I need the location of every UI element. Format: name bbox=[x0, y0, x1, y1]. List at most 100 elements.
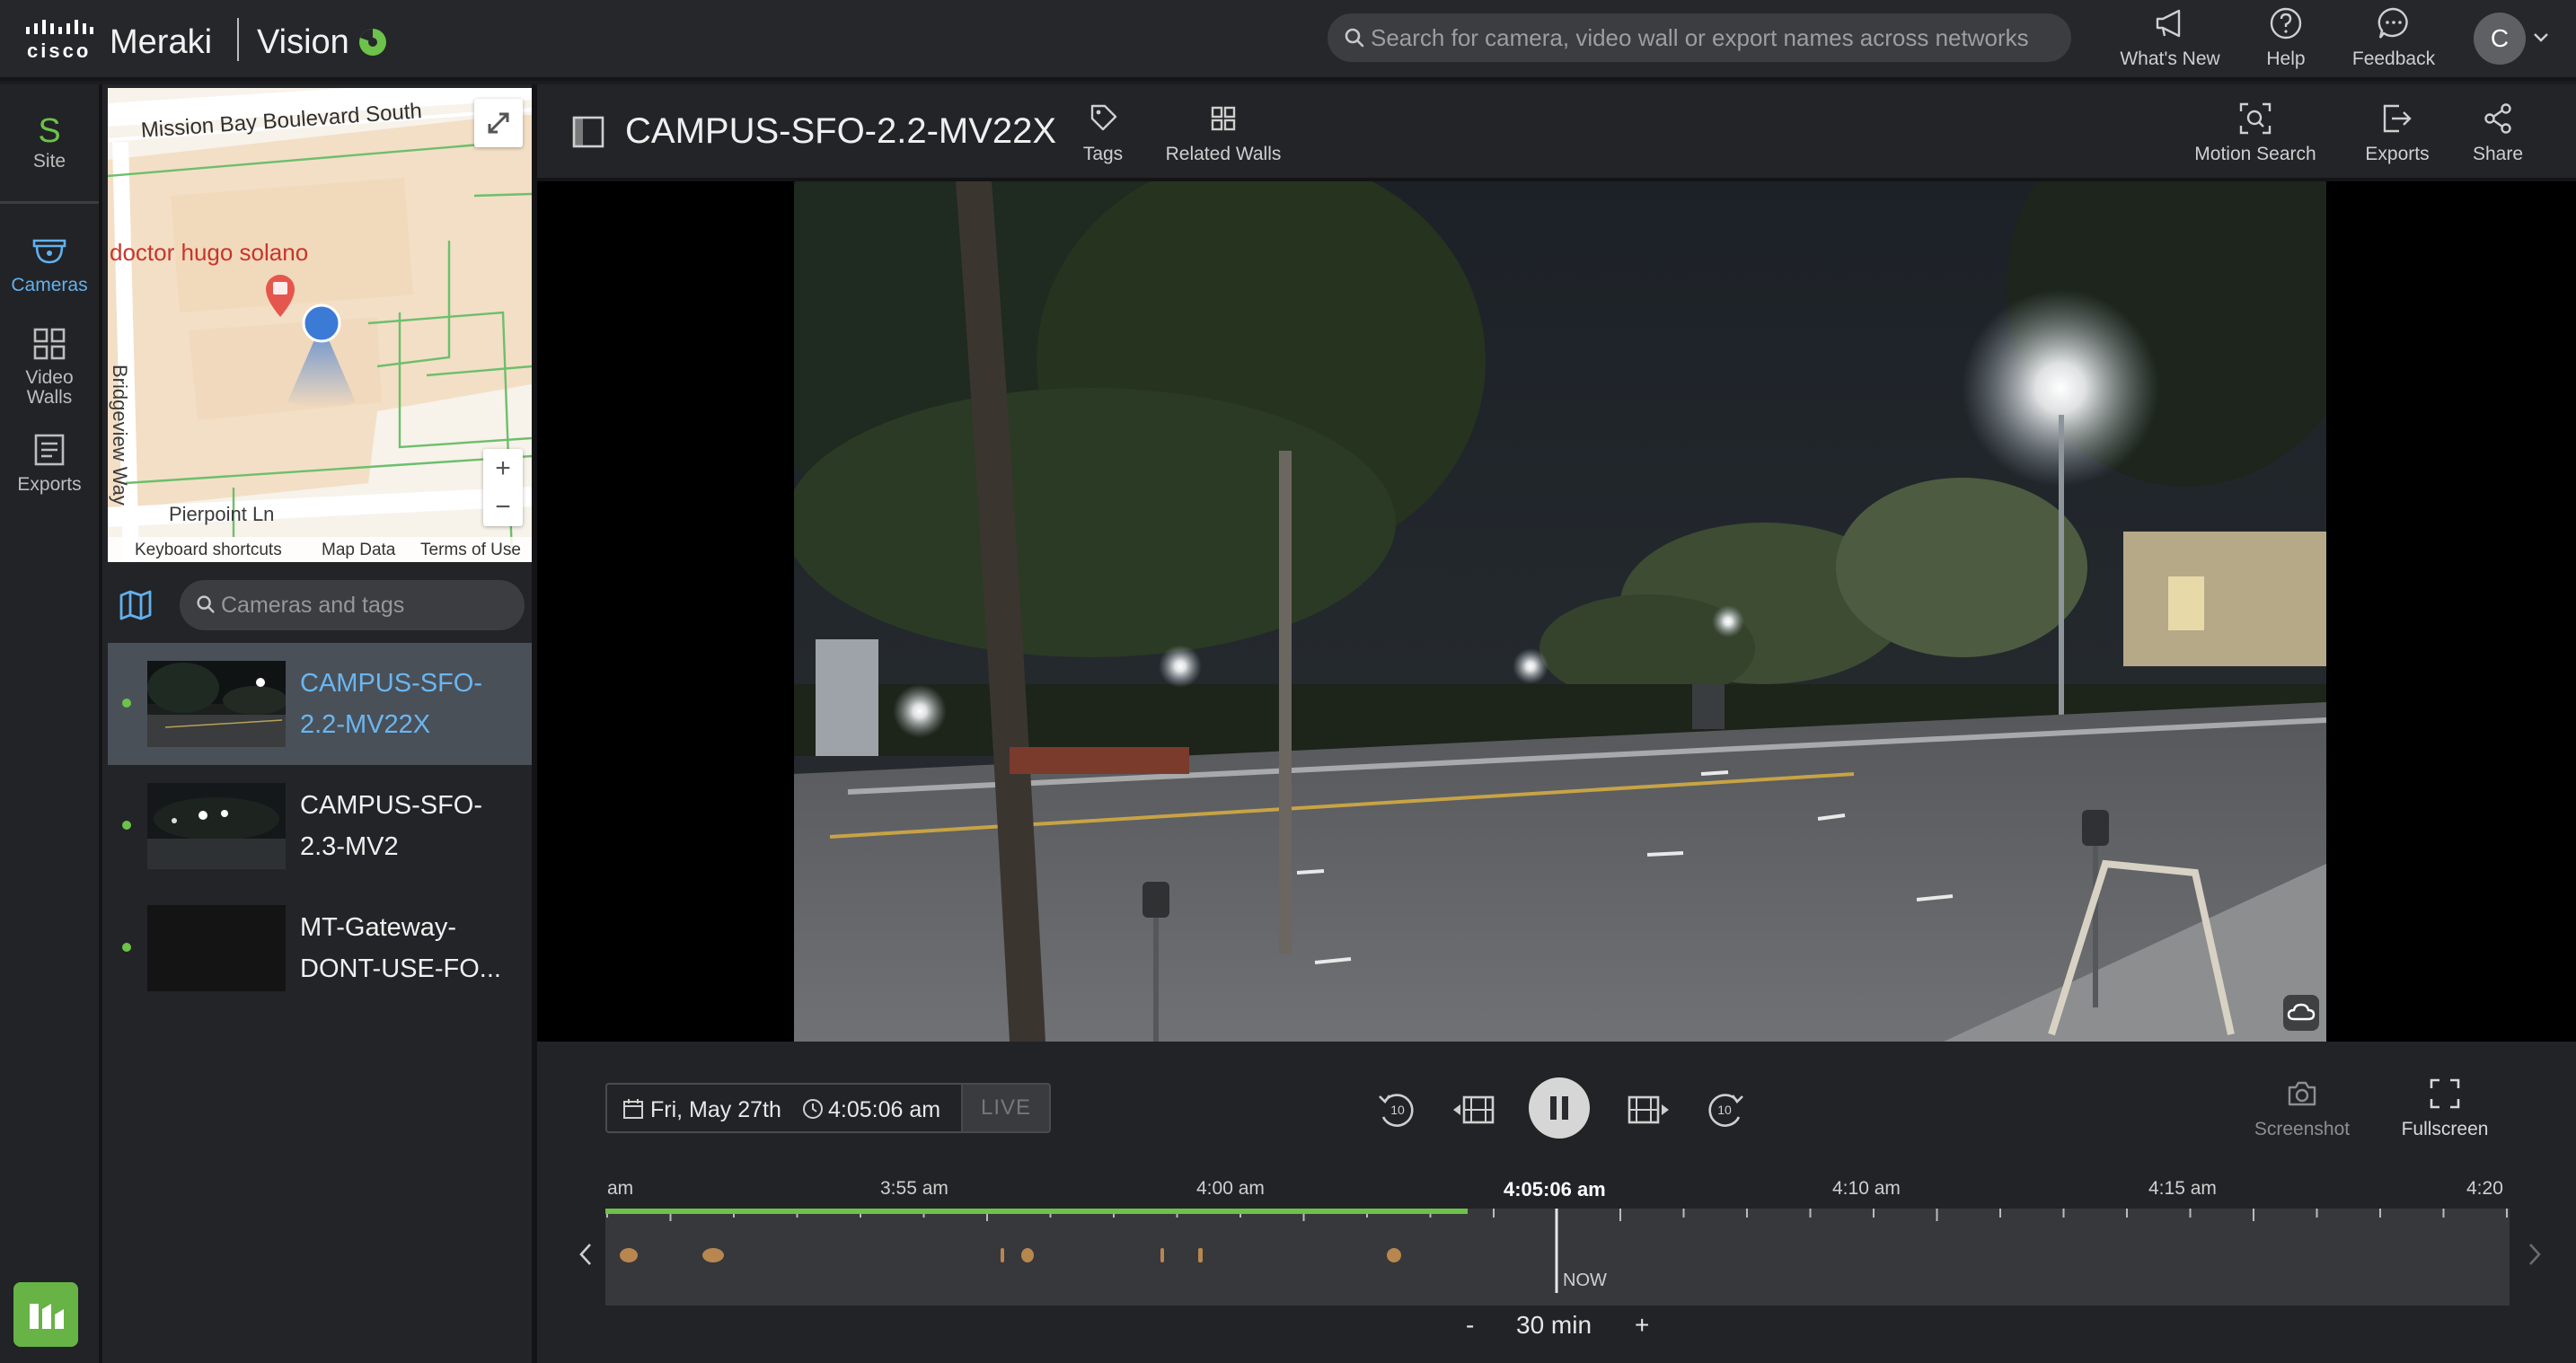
map-terms-link[interactable]: Terms of Use bbox=[420, 541, 521, 560]
camera-name-line: 2.2-MV22X bbox=[300, 710, 431, 739]
exports-label: Exports bbox=[2365, 144, 2430, 164]
search-icon bbox=[197, 595, 215, 613]
map-footer: Keyboard shortcuts Map Data Terms of Use bbox=[108, 537, 532, 562]
timeline-zoom: - 30 min + bbox=[537, 1311, 2576, 1356]
cloud-storage-badge bbox=[2283, 995, 2319, 1031]
share-label: Share bbox=[2472, 144, 2524, 164]
user-avatar[interactable]: C bbox=[2474, 13, 2526, 65]
global-search[interactable] bbox=[1328, 13, 2071, 62]
camera-header: CAMPUS-SFO-2.2-MV22X Tags Related Walls … bbox=[537, 84, 2576, 181]
fullscreen-button[interactable]: Fullscreen bbox=[2391, 1076, 2499, 1140]
cisco-bars-icon bbox=[26, 20, 93, 34]
sidebar-toggle-icon[interactable] bbox=[571, 115, 605, 149]
screenshot-button[interactable]: Screenshot bbox=[2244, 1076, 2360, 1140]
tags-label: Tags bbox=[1082, 144, 1124, 164]
exports-button[interactable]: Exports bbox=[2357, 101, 2438, 165]
map-keyboard-shortcuts-link[interactable]: Keyboard shortcuts bbox=[135, 541, 282, 560]
timeline-current-time: 4:05:06 am bbox=[1504, 1178, 1606, 1200]
timeline-tick-label: 4:20 bbox=[2466, 1178, 2503, 1199]
date-time-picker[interactable]: Fri, May 27th 4:05:06 am bbox=[605, 1083, 961, 1133]
nav-exports[interactable]: Exports bbox=[0, 431, 99, 496]
brand-name: Meraki bbox=[110, 23, 213, 61]
nav-cameras[interactable]: Cameras bbox=[0, 233, 99, 296]
brand-divider bbox=[237, 18, 239, 61]
map-zoom-out-button[interactable]: − bbox=[483, 488, 523, 526]
camera-thumbnail bbox=[147, 905, 286, 991]
timeline-back-arrow-icon[interactable] bbox=[575, 1241, 596, 1268]
timeline-tick-label: 4:00 am bbox=[1196, 1178, 1265, 1199]
related-walls-button[interactable]: Related Walls bbox=[1160, 101, 1286, 165]
help-icon bbox=[2270, 7, 2302, 40]
map-canvas bbox=[108, 88, 532, 562]
whats-new-button[interactable]: What's New bbox=[2107, 5, 2233, 75]
camera-search-input[interactable] bbox=[221, 580, 508, 630]
site-map[interactable]: Mission Bay Boulevard South doctor hugo … bbox=[108, 88, 532, 562]
map-expand-button[interactable] bbox=[474, 99, 523, 147]
camera-name-line: DONT-USE-FO... bbox=[300, 954, 501, 983]
nav-video-walls-label-2: Walls bbox=[26, 387, 73, 408]
live-button[interactable]: LIVE bbox=[961, 1083, 1051, 1133]
video-player[interactable] bbox=[537, 181, 2576, 1042]
help-button[interactable]: Help bbox=[2245, 5, 2326, 75]
nav-cameras-label: Cameras bbox=[11, 275, 88, 295]
skip-back-10-icon[interactable]: 10 bbox=[1372, 1085, 1423, 1135]
online-status-dot bbox=[122, 699, 131, 708]
map-data-link[interactable]: Map Data bbox=[322, 541, 395, 560]
export-icon bbox=[2383, 104, 2412, 133]
cloud-icon bbox=[2287, 1003, 2316, 1021]
online-status-dot bbox=[122, 943, 131, 952]
timeline-track[interactable]: NOW bbox=[605, 1207, 2510, 1306]
nav-site[interactable]: S Site bbox=[0, 111, 99, 172]
skip-back-seconds: 10 bbox=[1390, 1103, 1405, 1117]
cisco-logo: cisco bbox=[25, 18, 93, 62]
camera-snapshot-icon bbox=[2288, 1081, 2316, 1106]
related-walls-label: Related Walls bbox=[1165, 144, 1282, 164]
recorded-range-bar bbox=[605, 1209, 1468, 1214]
camera-thumbnail bbox=[147, 783, 286, 869]
share-button[interactable]: Share bbox=[2466, 101, 2529, 165]
product-name: Vision bbox=[257, 23, 349, 61]
zoom-in-button[interactable]: + bbox=[1635, 1311, 1649, 1340]
motion-event-marker bbox=[1387, 1248, 1401, 1262]
zoom-level: 30 min bbox=[1516, 1311, 1592, 1339]
skip-forward-seconds: 10 bbox=[1717, 1103, 1732, 1117]
motion-event-marker bbox=[1001, 1248, 1004, 1262]
pause-icon bbox=[1562, 1096, 1568, 1120]
camera-name: CAMPUS-SFO- 2.2-MV22X bbox=[300, 663, 525, 745]
camera-thumbnail bbox=[147, 661, 286, 747]
global-search-input[interactable] bbox=[1371, 13, 2053, 62]
motion-search-button[interactable]: Motion Search bbox=[2188, 101, 2323, 165]
nav-divider bbox=[0, 201, 99, 204]
camera-list-item[interactable]: CAMPUS-SFO- 2.3-MV2 bbox=[108, 765, 532, 887]
camera-list-item[interactable]: CAMPUS-SFO- 2.2-MV22X bbox=[108, 643, 532, 765]
motion-event-marker bbox=[702, 1248, 724, 1262]
camera-search[interactable] bbox=[180, 580, 525, 630]
search-icon bbox=[1345, 28, 1364, 48]
timeline-forward-arrow-icon[interactable] bbox=[2524, 1241, 2545, 1268]
chevron-down-icon[interactable] bbox=[2533, 32, 2549, 43]
feedback-button[interactable]: Feedback bbox=[2344, 5, 2443, 75]
nav-video-walls[interactable]: Video Walls bbox=[0, 325, 99, 408]
camera-search-row bbox=[102, 569, 537, 641]
zoom-out-button[interactable]: - bbox=[1466, 1311, 1474, 1340]
meraki-app-icon[interactable] bbox=[13, 1282, 78, 1347]
map-zoom-in-button[interactable]: + bbox=[483, 449, 523, 488]
camera-list-item[interactable]: MT-Gateway- DONT-USE-FO... bbox=[108, 887, 532, 1009]
site-letter-icon: S bbox=[38, 112, 61, 150]
expand-icon bbox=[488, 112, 509, 134]
previous-clip-icon[interactable] bbox=[1450, 1085, 1500, 1135]
nav-video-walls-label-1: Video bbox=[25, 367, 74, 388]
pause-button[interactable] bbox=[1529, 1077, 1590, 1139]
megaphone-icon bbox=[2156, 9, 2181, 38]
map-toggle-icon[interactable] bbox=[119, 589, 153, 621]
exports-icon bbox=[34, 434, 65, 466]
camera-title: CAMPUS-SFO-2.2-MV22X bbox=[625, 111, 1057, 151]
nav-site-label: Site bbox=[32, 151, 66, 171]
clock-icon bbox=[803, 1099, 823, 1119]
skip-forward-10-icon[interactable]: 10 bbox=[1699, 1085, 1750, 1135]
now-marker: NOW bbox=[1563, 1271, 1607, 1290]
online-status-dot bbox=[122, 821, 131, 830]
next-clip-icon[interactable] bbox=[1622, 1085, 1672, 1135]
tags-button[interactable]: Tags bbox=[1076, 101, 1130, 165]
calendar-icon bbox=[623, 1099, 643, 1119]
